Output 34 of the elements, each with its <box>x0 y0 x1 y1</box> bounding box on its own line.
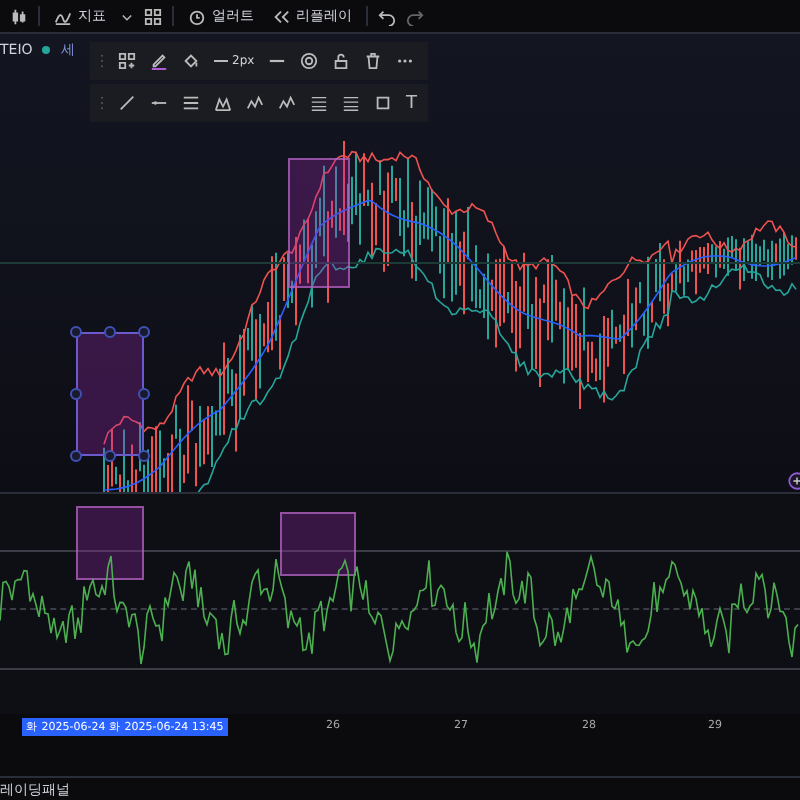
candles-icon[interactable] <box>10 7 28 25</box>
status-dot <box>42 46 51 54</box>
rectangle-drawing[interactable] <box>76 506 144 580</box>
resize-handle[interactable] <box>70 326 82 338</box>
clock-icon <box>188 7 206 25</box>
resize-handle[interactable] <box>104 326 116 338</box>
resize-handle[interactable] <box>138 450 150 462</box>
rectangle-drawing[interactable] <box>280 512 356 576</box>
resize-handle[interactable] <box>70 450 82 462</box>
wave-icon <box>54 7 72 25</box>
trend-line-icon[interactable] <box>118 94 136 112</box>
rectangle-drawing[interactable] <box>288 158 350 288</box>
rectangle-icon[interactable] <box>374 94 392 112</box>
fibonacci-icon[interactable] <box>342 94 360 112</box>
resize-handle[interactable] <box>70 388 82 400</box>
target-icon[interactable] <box>300 52 319 70</box>
resize-handle[interactable] <box>138 326 150 338</box>
resize-handle[interactable] <box>104 450 116 462</box>
resize-handle[interactable] <box>138 388 150 400</box>
undo-icon[interactable] <box>378 7 396 25</box>
template-icon[interactable] <box>118 52 136 70</box>
rectangle-drawing[interactable] <box>70 326 150 462</box>
fill-bucket-icon[interactable] <box>182 52 200 70</box>
pencil-icon[interactable] <box>150 52 168 70</box>
chevron-down-icon[interactable] <box>120 9 134 23</box>
redo-icon[interactable] <box>406 7 424 25</box>
text-tool-button[interactable]: T <box>406 93 417 113</box>
rewind-icon <box>272 7 290 25</box>
parallel-channel-icon[interactable] <box>182 94 200 112</box>
lock-icon[interactable] <box>332 52 351 70</box>
fibonacci-icon[interactable] <box>310 94 328 112</box>
pitchfork-icon[interactable] <box>214 94 232 112</box>
trash-icon[interactable] <box>364 52 383 70</box>
grid-icon[interactable] <box>144 7 162 25</box>
